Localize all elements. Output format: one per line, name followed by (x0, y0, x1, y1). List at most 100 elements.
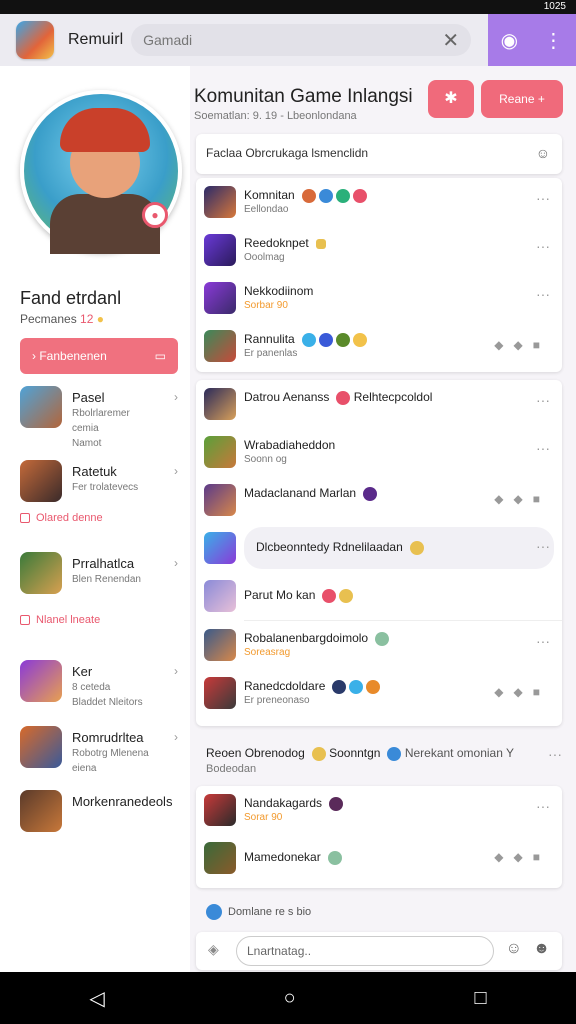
more-icon[interactable]: ··· (536, 238, 550, 254)
game-thumb-icon (20, 460, 62, 502)
post-group: Komnitan Eellondao ··· Reedoknpet Ooolma… (196, 178, 562, 372)
game-thumb-icon (204, 234, 236, 266)
list-item[interactable]: Madaclanand Marlan ◆◆■ (196, 476, 562, 524)
sidebar-item[interactable]: Romrudrltea Robotrg Mlenena eiena › (20, 726, 180, 774)
status-time: 1025 (543, 1, 566, 12)
profile-sidebar: ● Fand etrdanl Pecmanes 12 ● › Fanbenene… (0, 66, 190, 972)
app-logo[interactable] (16, 21, 54, 59)
more-icon[interactable]: ··· (548, 746, 562, 762)
more-icon[interactable]: ··· (536, 538, 550, 554)
avatar-body (50, 194, 160, 254)
list-item[interactable]: Datrou Aenanss Relhtecpcoldol ··· (196, 380, 562, 428)
chevron-right-icon: › (174, 664, 178, 678)
list-item-title: Datrou Aenanss Relhtecpcoldol (244, 390, 433, 405)
list-item[interactable]: Ranedcdoldare Er preneonaso ◆◆■ (196, 669, 562, 717)
emoji-icon[interactable]: ☺ (536, 145, 550, 161)
list-item[interactable]: Parut Mo kan (196, 572, 562, 620)
more-icon[interactable]: ··· (536, 286, 550, 302)
list-item-sub: Ooolmag (244, 252, 285, 263)
sidebar-item-title: Romrudrltea (72, 730, 144, 745)
game-thumb-icon (204, 388, 236, 420)
filter-bar[interactable]: Faclaa Obrcrukaga lsmenclidn ☺ (196, 134, 562, 174)
game-thumb-icon (204, 794, 236, 826)
sidebar-item-title: Prralhatlca (72, 556, 135, 571)
post-actions[interactable]: ◆◆■ (494, 850, 550, 864)
list-item-title: Wrabadiaheddon (244, 438, 336, 452)
back-icon[interactable]: ◁ (89, 986, 104, 1011)
home-icon[interactable]: ○ (284, 987, 296, 1010)
list-item-title: Komnitan (244, 188, 367, 203)
more-icon[interactable]: ··· (536, 633, 550, 649)
game-thumb-icon (204, 580, 236, 612)
game-thumb-icon (204, 330, 236, 362)
header-actions: ◉ ⋮ (488, 14, 576, 66)
more-icon[interactable]: ··· (536, 440, 550, 456)
list-item[interactable]: Dlcbeonntedy Rdnelilaadan ··· (196, 524, 562, 572)
more-icon[interactable]: ··· (536, 798, 550, 814)
list-item[interactable]: Wrabadiaheddon Soonn og ··· (196, 428, 562, 476)
more-icon[interactable]: ··· (536, 392, 550, 408)
post-actions[interactable]: ◆◆■ (494, 685, 550, 699)
list-item[interactable]: Reedoknpet Ooolmag ··· (196, 226, 562, 274)
recents-icon[interactable]: □ (474, 987, 486, 1010)
avatar-hair (60, 108, 150, 152)
list-item[interactable]: Nandakagards Sorar 90 ··· (196, 786, 562, 834)
list-item-sub: Er panenlas (244, 348, 298, 359)
tag-label[interactable]: Olared denne (20, 512, 103, 524)
game-thumb-icon (20, 386, 62, 428)
more-vertical-icon[interactable]: ⋮ (543, 28, 563, 53)
list-item-title: Rannulita (244, 332, 367, 347)
sidebar-item-desc: Blen Renendan (72, 574, 141, 585)
chevron-right-icon: › (174, 390, 178, 404)
notify-button[interactable]: ✱ (428, 80, 474, 118)
page-title: Komunitan Game Inlangsi (194, 86, 413, 107)
profile-action-button[interactable]: › Fanbenenen ▭ (20, 338, 178, 374)
list-item-title: Mamedonekar (244, 850, 342, 865)
attach-icon[interactable]: ◈ (208, 941, 219, 958)
edit-badge-icon[interactable]: ● (142, 202, 168, 228)
top-bar: Remuirl Gamadi ✕ ◉ ⋮ (0, 14, 576, 66)
game-thumb-icon (20, 790, 62, 832)
list-item-title: Reedoknpet (244, 236, 326, 250)
filter-label: Faclaa Obrcrukaga lsmenclidn (206, 146, 369, 160)
sidebar-item-desc: Rbolrlaremer cemia Namot (72, 408, 130, 449)
list-item[interactable]: Nekkodiinom Sorbar 90 ··· (196, 274, 562, 322)
sticker-icon[interactable]: ☻ (533, 940, 550, 958)
sidebar-item-desc: 8 ceteda Bladdet Nleitors (72, 682, 143, 708)
game-thumb-icon (204, 629, 236, 661)
search-input[interactable]: Gamadi ✕ (131, 24, 472, 56)
sidebar-item[interactable]: Prralhatlca Blen Renendan › (20, 552, 180, 596)
game-thumb-icon (204, 436, 236, 468)
list-item[interactable]: Komnitan Eellondao ··· (196, 178, 562, 226)
add-button[interactable]: Reane + (481, 80, 563, 118)
sidebar-item[interactable]: Pasel Rbolrlaremer cemia Namot › (20, 386, 180, 449)
comment-input[interactable]: Lnartnatag.. (236, 936, 494, 966)
sidebar-item-title: Ratetuk (72, 464, 117, 479)
list-item[interactable]: Rannulita Er panenlas ◆◆■ (196, 322, 562, 370)
profile-name: Fand etrdanl (20, 288, 122, 308)
search-placeholder: Gamadi (143, 32, 193, 48)
emoji-icon[interactable]: ☺ (506, 940, 522, 958)
chevron-right-icon: › (174, 730, 178, 744)
post-actions[interactable]: ◆◆■ (494, 338, 550, 352)
game-thumb-icon (204, 484, 236, 516)
list-item-sub: Soonn og (244, 454, 287, 465)
page-subtitle: Soematlan: 9. 19 - Lbeonlondana (194, 110, 357, 122)
chat-icon[interactable]: ◉ (501, 28, 518, 53)
post-group: Datrou Aenanss Relhtecpcoldol ··· Wrabad… (196, 380, 562, 726)
more-icon[interactable]: ··· (536, 190, 550, 206)
tag-label[interactable]: Nlanel lneate (20, 614, 100, 626)
list-item-sub: Sorar 90 (244, 812, 283, 823)
list-item[interactable]: Robalanenbargdoimolo Soreasrag ··· (196, 621, 562, 669)
close-icon[interactable]: ✕ (442, 28, 459, 53)
avatar[interactable]: ● (20, 90, 182, 254)
sidebar-item[interactable]: Morkenranedeols (20, 790, 180, 834)
sidebar-item[interactable]: Ker 8 ceteda Bladdet Nleitors › (20, 660, 180, 708)
status-bar: 1025 (0, 0, 576, 14)
section-title: Reoen Obrenodog Soonntgn Nerekant omonia… (206, 746, 515, 761)
list-item[interactable]: Mamedonekar ◆◆■ (196, 834, 562, 882)
list-item-title: Robalanenbargdoimolo (244, 631, 390, 646)
list-item-sub: Soreasrag (244, 647, 291, 658)
sidebar-item[interactable]: Ratetuk Fer trolatevecs › (20, 460, 180, 504)
post-actions[interactable]: ◆◆■ (494, 492, 550, 506)
